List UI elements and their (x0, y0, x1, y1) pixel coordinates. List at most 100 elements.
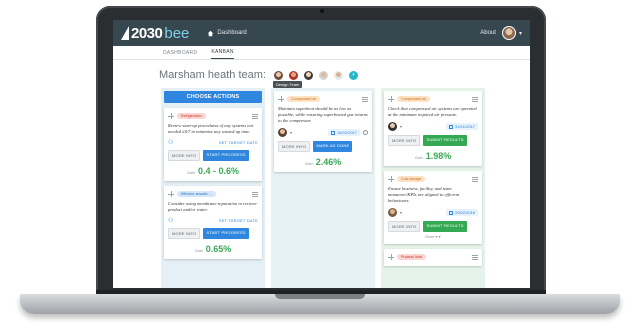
drag-handle-icon[interactable] (168, 191, 174, 197)
owner-avatar[interactable] (388, 208, 397, 217)
logo-mark-icon (121, 26, 129, 40)
laptop-notch (275, 294, 365, 299)
app-screen: 2030 bee Dashboard About ▾ DASHBOARD KAN… (113, 20, 530, 288)
start-progress-button[interactable]: START PROGRESS (203, 228, 249, 239)
drag-handle-icon[interactable] (168, 113, 174, 119)
target-date[interactable]: 20/02/2018 (445, 209, 478, 216)
kanban-column-todo: CHOOSE ACTIONS Refrigeration Review star… (161, 88, 265, 288)
owner-avatar[interactable] (278, 128, 287, 137)
owner-caret-icon[interactable]: ▾ (290, 130, 292, 135)
assign-people-icon[interactable]: ⚇ (168, 139, 173, 146)
sub-navigation: DASHBOARD KANBAN (113, 46, 530, 60)
card-description: Check that compressed air systems are op… (388, 106, 477, 117)
logo[interactable]: 2030 bee (121, 25, 189, 42)
card-menu-icon[interactable] (472, 96, 478, 102)
clock-icon (363, 130, 368, 135)
logo-suffix: bee (164, 24, 190, 42)
about-link[interactable]: About (480, 30, 496, 36)
action-card[interactable]: Cold storage Ensure business, facility, … (384, 171, 482, 244)
action-card[interactable]: Compressed air Check that compressed air… (384, 91, 482, 166)
team-member-avatar[interactable] (333, 69, 344, 81)
submit-results-button[interactable]: SUBMIT RESULTS (423, 221, 467, 232)
logo-number: 2030 (131, 24, 163, 42)
tab-kanban[interactable]: KANBAN (211, 49, 234, 59)
start-progress-button[interactable]: START PROGRESS (203, 150, 249, 161)
more-info-button[interactable]: MORE INFO (168, 228, 201, 239)
target-date[interactable]: 16/02/2017 (327, 129, 360, 136)
webcam (320, 9, 324, 13)
kanban-column-in-progress: Compressed air Maintain superheat should… (271, 88, 375, 288)
category-badge: Cold storage (397, 176, 426, 182)
drag-handle-icon[interactable] (388, 96, 394, 102)
gain-value: 0.65% (205, 244, 232, 254)
category-badge: Process heat (397, 254, 426, 260)
nav-dashboard-label: Dashboard (217, 30, 247, 36)
choose-actions-button[interactable]: CHOOSE ACTIONS (164, 91, 262, 103)
tab-dashboard[interactable]: DASHBOARD (163, 50, 197, 59)
top-bar: 2030 bee Dashboard About ▾ (113, 20, 530, 46)
submit-results-button[interactable]: SUBMIT RESULTS (423, 135, 467, 146)
category-badge: Compressed air (397, 96, 431, 102)
gain-label: Gain (186, 171, 195, 175)
target-date-value: 20/02/2018 (454, 210, 475, 215)
card-menu-icon[interactable] (472, 176, 478, 182)
more-info-button[interactable]: MORE INFO (388, 221, 421, 232)
drag-handle-icon[interactable] (388, 254, 394, 260)
set-target-date-button[interactable]: SET TARGET DATE (219, 218, 258, 223)
user-menu-caret-icon[interactable]: ▾ (519, 30, 522, 37)
target-date-value: 31/01/2017 (454, 124, 475, 129)
calendar-icon (330, 130, 335, 135)
action-card[interactable]: Efficient, smooth ... Consider using mem… (164, 186, 262, 259)
gain-value: 1.98% (425, 151, 452, 161)
owner-avatar[interactable] (388, 122, 397, 131)
team-member-avatar[interactable] (318, 69, 329, 81)
gain-value: 2.46% (315, 157, 342, 167)
gain-label: Gain (304, 162, 313, 166)
add-member-button[interactable]: + (348, 69, 359, 81)
drag-handle-icon[interactable] (388, 176, 394, 182)
more-info-button[interactable]: MORE INFO (388, 135, 421, 146)
category-badge: Refrigeration (177, 113, 206, 119)
card-description: Consider using membrane separation to re… (168, 201, 258, 212)
user-avatar[interactable] (501, 26, 516, 40)
card-menu-icon[interactable] (362, 96, 368, 102)
team-member-avatar[interactable] (288, 69, 299, 81)
action-card[interactable]: Refrigeration Review start-up procedures… (164, 108, 262, 181)
laptop-mockup: 2030 bee Dashboard About ▾ DASHBOARD KAN… (0, 0, 640, 326)
owner-caret-icon[interactable]: ▾ (400, 210, 402, 215)
team-member-avatar[interactable] (303, 69, 314, 81)
drag-handle-icon[interactable] (278, 96, 284, 102)
calendar-icon (448, 124, 453, 129)
card-menu-icon[interactable] (252, 113, 258, 119)
mark-as-done-button[interactable]: MARK AS DONE (313, 141, 353, 152)
assign-people-icon[interactable]: ⚇ (168, 217, 173, 224)
card-description: Review start-up procedures of any system… (168, 123, 254, 134)
gain-label: Gain (194, 249, 203, 253)
team-member-avatar[interactable] (273, 69, 284, 81)
kanban-column-done: Compressed air Check that compressed air… (381, 88, 485, 288)
action-card[interactable]: Compressed air Maintain superheat should… (274, 91, 372, 172)
category-badge: Compressed air (287, 96, 321, 102)
card-menu-icon[interactable] (252, 191, 258, 197)
nav-dashboard-link[interactable]: Dashboard (207, 30, 247, 37)
owner-caret-icon[interactable]: ▾ (400, 124, 402, 129)
action-card[interactable]: Process heat (384, 249, 482, 266)
target-date[interactable]: 31/01/2017 (445, 123, 478, 130)
gain-value: 0.4 - 0.6% (198, 166, 240, 176)
team-name: Marsham heath team: (159, 69, 266, 81)
card-description: Maintain superheat should be as low as p… (278, 106, 368, 123)
target-date-value: 16/02/2017 (336, 130, 357, 135)
team-header: Marsham heath team: + (113, 60, 530, 84)
category-badge: Efficient, smooth ... (177, 191, 216, 197)
show-more-link[interactable]: More ▾ ▾ (388, 234, 478, 239)
card-description: Ensure business, facility, and team manu… (388, 186, 460, 203)
set-target-date-button[interactable]: SET TARGET DATE (219, 140, 258, 145)
more-info-button[interactable]: MORE INFO (168, 150, 201, 161)
avatar-tooltip: Design Team (273, 81, 303, 88)
calendar-icon (448, 210, 453, 215)
kanban-board: CHOOSE ACTIONS Refrigeration Review star… (113, 84, 530, 288)
gain-label: Gain (414, 156, 423, 160)
more-info-button[interactable]: MORE INFO (278, 141, 311, 152)
home-icon (208, 30, 214, 36)
card-menu-icon[interactable] (472, 254, 478, 260)
